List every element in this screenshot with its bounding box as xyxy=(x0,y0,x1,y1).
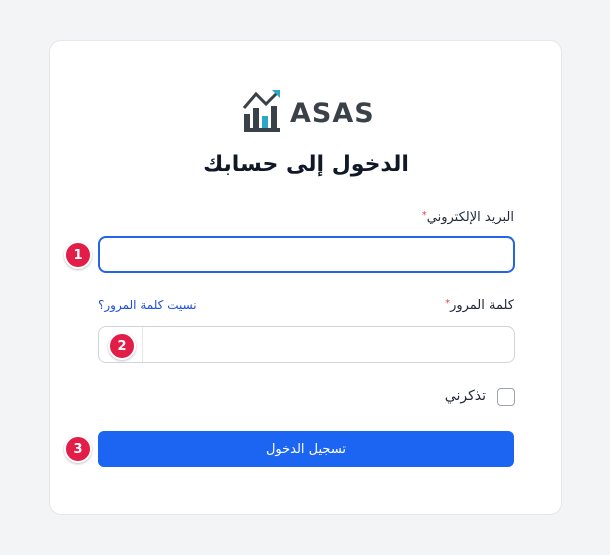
password-label: كلمة المرور* xyxy=(445,298,514,313)
step-marker: 3 xyxy=(64,435,92,463)
step-marker: 2 xyxy=(108,332,136,360)
brand-name: ASAS xyxy=(290,97,375,129)
remember-me-label[interactable]: تذكرني xyxy=(445,388,486,404)
page-title: الدخول إلى حسابك xyxy=(203,152,409,177)
login-button[interactable]: تسجيل الدخول xyxy=(98,431,514,467)
email-label-text: البريد الإلكتروني xyxy=(426,210,514,225)
password-input[interactable] xyxy=(98,326,515,363)
chart-bars-arrow-icon xyxy=(242,90,280,132)
remember-me-checkbox[interactable] xyxy=(497,388,515,406)
step-marker: 1 xyxy=(64,241,92,269)
email-label: البريد الإلكتروني* xyxy=(422,210,514,225)
password-label-text: كلمة المرور xyxy=(450,298,514,313)
email-input[interactable] xyxy=(98,236,515,273)
forgot-password-link[interactable]: نسيت كلمة المرور؟ xyxy=(98,298,197,312)
brand-logo: ASAS xyxy=(242,88,375,138)
